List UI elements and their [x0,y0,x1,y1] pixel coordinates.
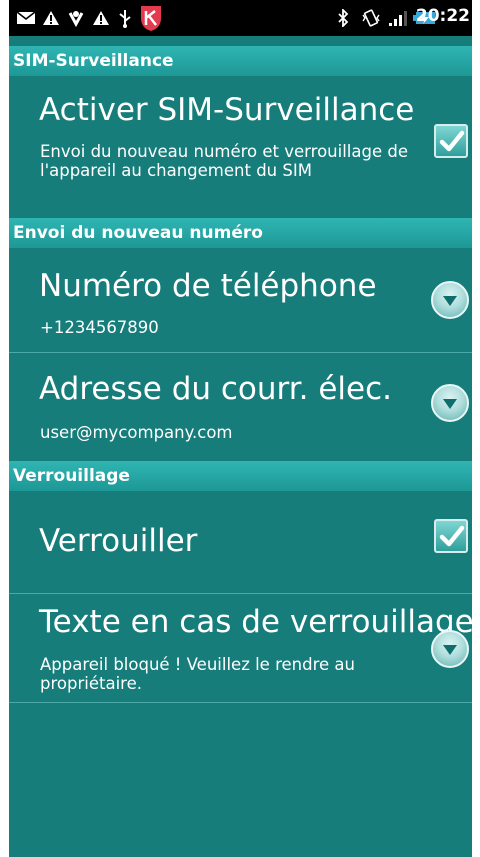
pref-activate-sim-surveillance[interactable]: Activer SIM-Surveillance Envoi du nouvea… [9,76,472,213]
phone-dropdown-button[interactable] [431,281,469,319]
pref-title: Texte en cas de verrouillage [39,604,472,640]
sync-icon [66,8,86,28]
chevron-down-icon [443,645,457,655]
screen: 20:22 SIM-Surveillance Activer SIM-Surve… [9,0,472,857]
pref-lock[interactable]: Verrouiller [9,491,472,593]
pref-email-address[interactable]: Adresse du courr. élec. user@mycompany.c… [9,353,472,456]
signal-icon [387,8,409,28]
pref-title: Activer SIM-Surveillance [39,92,415,128]
email-dropdown-button[interactable] [431,384,469,422]
kaspersky-icon [139,4,163,32]
clock: 20:22 [415,6,470,26]
pref-title: Adresse du courr. élec. [39,371,393,407]
mail-icon [15,8,37,28]
check-icon [439,130,465,152]
section-header-lock: Verrouillage [9,461,472,491]
section-header-send-number: Envoi du nouveau numéro [9,218,472,248]
activate-checkbox[interactable] [434,124,468,158]
chevron-down-icon [443,399,457,409]
warning-icon [41,8,61,28]
status-bar: 20:22 [9,0,472,36]
lock-text-dropdown-button[interactable] [431,630,469,668]
pref-lock-text[interactable]: Texte en cas de verrouillage Appareil bl… [9,594,472,702]
pref-phone-number[interactable]: Numéro de téléphone +1234567890 [9,248,472,352]
vibrate-icon [361,8,381,28]
usb-icon [116,8,134,28]
check-icon [439,525,465,547]
chevron-down-icon [443,296,457,306]
section-header-sim-surveillance: SIM-Surveillance [9,46,472,76]
warning-icon [91,8,111,28]
pref-summary: Envoi du nouveau numéro et verrouillage … [40,142,408,180]
divider [9,702,472,703]
bluetooth-icon [335,8,351,28]
lock-checkbox[interactable] [434,519,468,553]
pref-summary: user@mycompany.com [40,423,233,442]
pref-summary: +1234567890 [40,318,159,337]
pref-summary: Appareil bloqué ! Veuillez le rendre au … [40,655,355,693]
pref-title: Verrouiller [39,523,198,559]
pref-title: Numéro de téléphone [39,268,377,304]
